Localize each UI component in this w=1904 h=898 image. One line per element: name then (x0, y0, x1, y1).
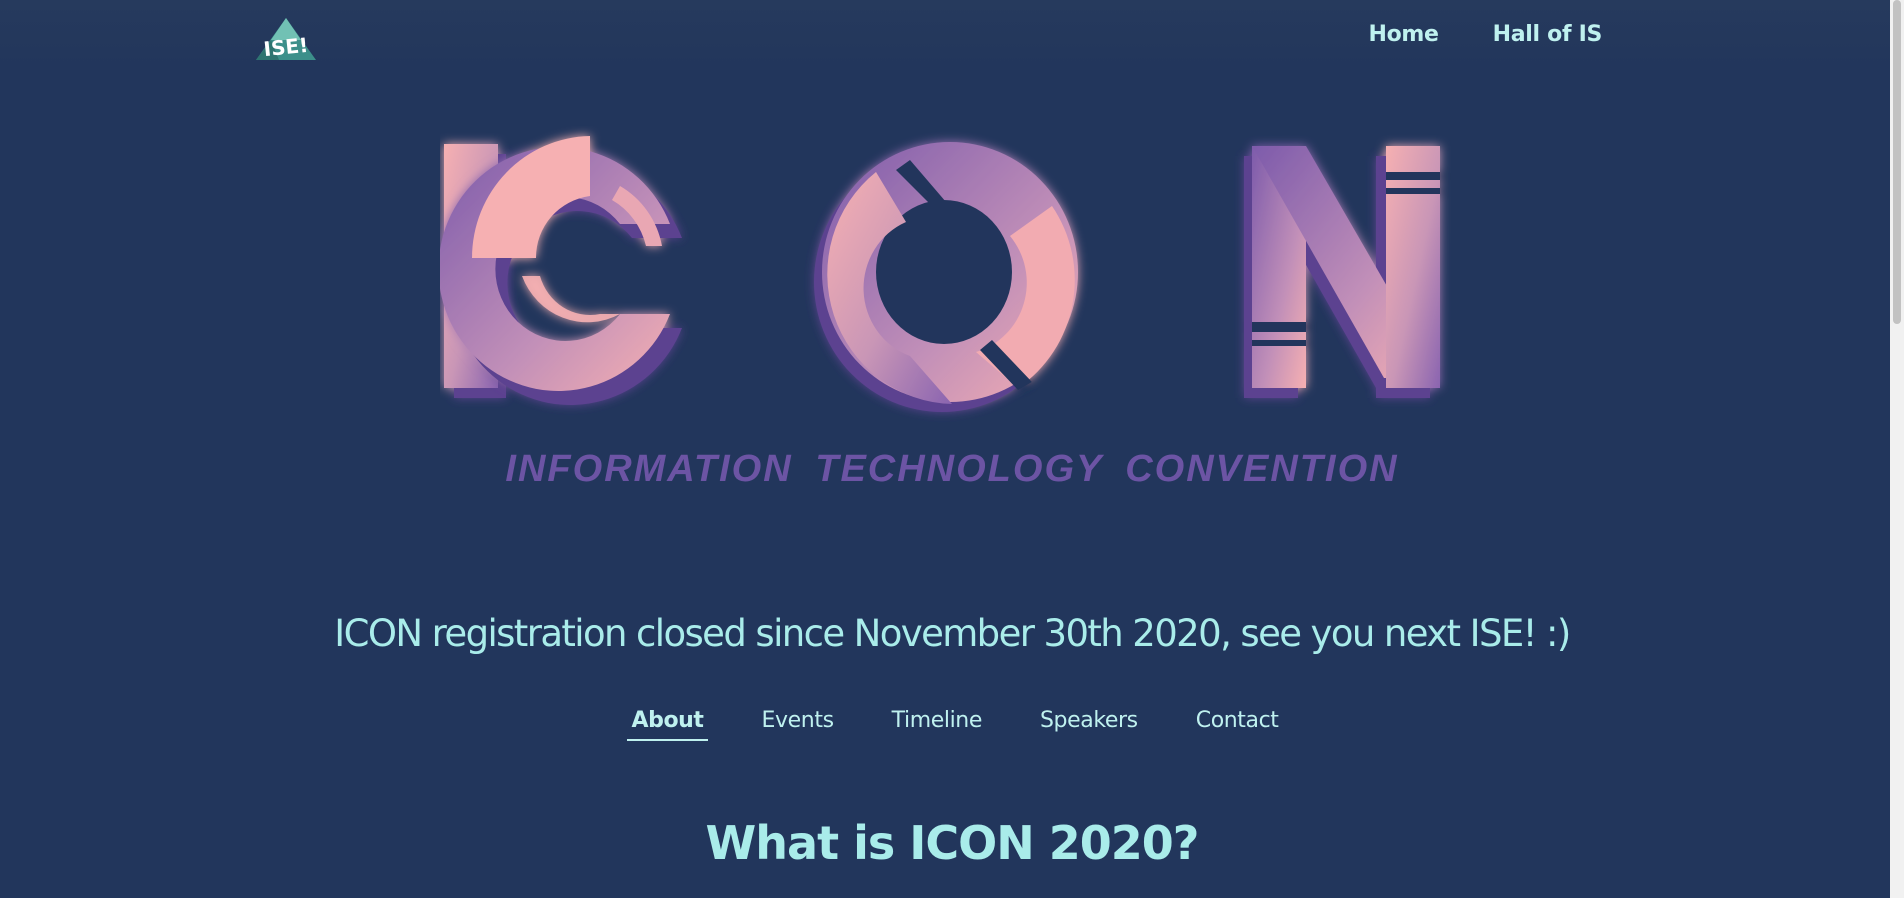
nav-hall-of-is-link[interactable]: Hall of IS (1493, 22, 1603, 47)
top-navbar: ISE! Home Hall of IS (0, 0, 1890, 78)
tab-events[interactable]: Events (758, 706, 838, 741)
section-tabs: About Events Timeline Speakers Contact (0, 706, 1904, 741)
icon-hero-logo (440, 136, 1440, 412)
tab-contact[interactable]: Contact (1192, 706, 1283, 741)
registration-announcement: ICON registration closed since November … (334, 612, 1571, 655)
scrollbar-thumb[interactable] (1893, 0, 1901, 324)
tab-about[interactable]: About (627, 706, 708, 741)
letter-o (814, 142, 1078, 412)
section-title: What is ICON 2020? (705, 816, 1200, 870)
main-nav: Home Hall of IS (1368, 22, 1602, 47)
hero-tagline: INFORMATION TECHNOLOGY CONVENTION (505, 448, 1399, 490)
nav-home-link[interactable]: Home (1368, 22, 1438, 47)
page: ISE! Home Hall of IS INFORMATION TECHNOL… (0, 0, 1904, 898)
page-scrollbar[interactable] (1890, 0, 1904, 898)
tab-speakers[interactable]: Speakers (1036, 706, 1142, 741)
ise-logo[interactable]: ISE! (254, 16, 318, 64)
letter-n (1244, 146, 1440, 398)
logo-text: ISE! (262, 33, 309, 62)
tab-timeline[interactable]: Timeline (888, 706, 986, 741)
